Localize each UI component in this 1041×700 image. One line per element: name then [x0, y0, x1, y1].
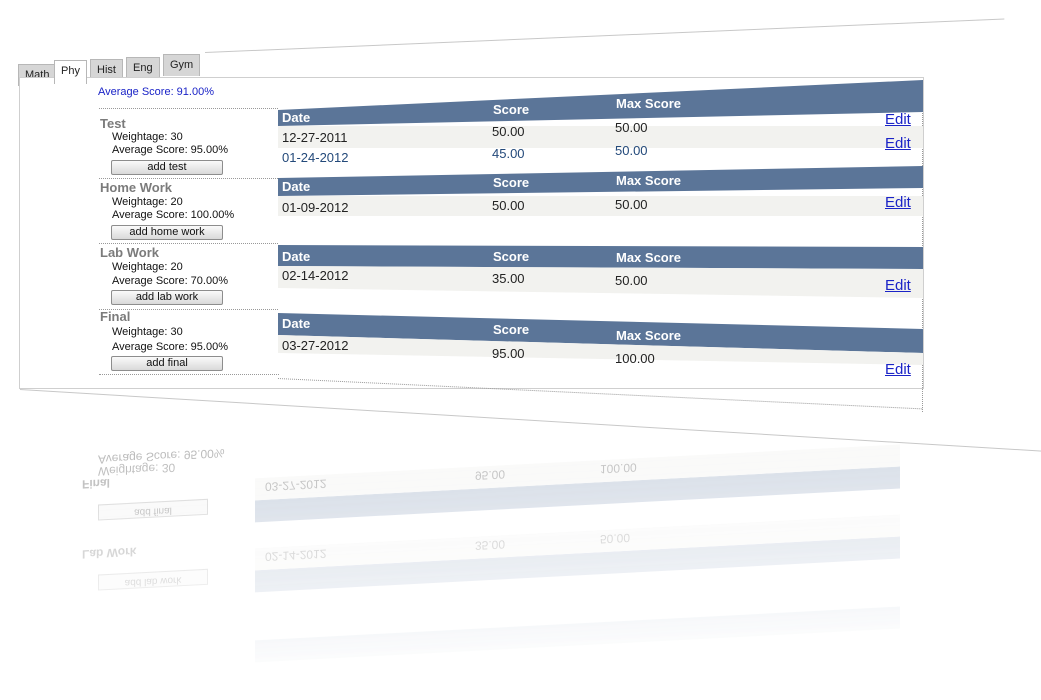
reflection-text: 35.00 [475, 537, 506, 553]
reflection-content: Final Weightage: 30 Average Score: 95.00… [60, 407, 920, 692]
section-average: Average Score: 100.00% [112, 209, 235, 221]
table-header: Date Score Max Score [278, 245, 923, 269]
section-lab-work: Lab Work Weightage: 20 Average Score: 70… [99, 243, 278, 310]
reflection-text: 50.00 [600, 530, 631, 547]
column-score: Score [493, 322, 530, 337]
cell-max-score: 50.00 [615, 197, 648, 212]
section-average: Average Score: 70.00% [112, 275, 228, 287]
page-edge-bottom [19, 389, 1041, 452]
section-title: Lab Work [100, 245, 159, 260]
reflection-text: 02-14-2012 [265, 546, 327, 564]
section-title: Final [100, 309, 131, 324]
section-title: Home Work [100, 180, 172, 195]
tab-gym[interactable]: Gym [163, 54, 201, 76]
cell-score: 50.00 [492, 124, 525, 139]
column-max-score: Max Score [616, 96, 682, 111]
reflection-text: Final [82, 475, 111, 492]
reflection-header-bar [255, 466, 900, 523]
edit-link[interactable]: Edit [885, 111, 911, 128]
cell-date: 12-27-2011 [282, 130, 348, 145]
section-average: Average Score: 95.00% [112, 341, 228, 353]
reflection-row [255, 444, 900, 501]
cell-max-score: 50.00 [615, 273, 648, 288]
column-score: Score [493, 249, 530, 264]
reflection-text: 95.00 [475, 467, 506, 483]
cell-score: 35.00 [492, 271, 525, 286]
add-home-work-button[interactable]: add home work [111, 225, 223, 240]
cell-max-score: 100.00 [615, 351, 655, 366]
column-date: Date [282, 249, 311, 264]
column-max-score: Max Score [616, 328, 682, 343]
column-date: Date [282, 316, 311, 331]
add-final-button[interactable]: add final [111, 356, 223, 371]
weightage: Weightage: 30 [112, 131, 183, 143]
section-title: Test [100, 116, 126, 131]
edit-link[interactable]: Edit [885, 277, 911, 294]
cell-score: 50.00 [492, 198, 525, 213]
reflection-row [255, 514, 900, 571]
column-score: Score [493, 102, 530, 117]
section-average: Average Score: 95.00% [112, 144, 228, 156]
overall-average-score: Average Score: 91.00% [98, 86, 214, 98]
table-row-bg [278, 196, 923, 216]
page-edge-top [205, 18, 1005, 53]
column-max-score: Max Score [616, 250, 682, 265]
column-max-score: Max Score [616, 173, 682, 188]
cell-date: 03-27-2012 [282, 338, 349, 353]
cell-date: 01-24-2012 [282, 150, 349, 165]
section-test: Test Weightage: 30 Average Score: 95.00%… [99, 108, 278, 179]
reflection-text: Lab Work [82, 544, 137, 562]
add-lab-work-button[interactable]: add lab work [111, 290, 223, 305]
reflection-button: add lab work [98, 568, 208, 591]
weightage: Weightage: 30 [112, 326, 183, 338]
column-date: Date [282, 179, 311, 194]
cell-date: 02-14-2012 [282, 268, 349, 283]
edit-link[interactable]: Edit [885, 361, 911, 378]
section-home-work: Home Work Weightage: 20 Average Score: 1… [99, 178, 278, 243]
reflection-text: 100.00 [600, 460, 637, 477]
reflection-text: Average Score: 95.00% [98, 445, 225, 467]
column-date: Date [282, 110, 311, 125]
edit-link[interactable]: Edit [885, 194, 911, 211]
tab-eng[interactable]: Eng [126, 57, 160, 79]
cell-max-score: 50.00 [615, 143, 648, 158]
reflection-button: add final [98, 498, 208, 521]
weightage: Weightage: 20 [112, 261, 183, 273]
weightage: Weightage: 20 [112, 196, 183, 208]
edit-link[interactable]: Edit [885, 135, 911, 152]
table-row-bg [278, 126, 923, 148]
cell-max-score: 50.00 [615, 120, 648, 135]
reflection-header-bar [255, 536, 900, 593]
section-final: Final Weightage: 30 Average Score: 95.00… [99, 309, 278, 376]
cell-score: 95.00 [492, 346, 525, 361]
cell-date: 01-09-2012 [282, 200, 349, 215]
tab-phy[interactable]: Phy [54, 60, 87, 84]
cell-score: 45.00 [492, 146, 525, 161]
add-test-button[interactable]: add test [111, 160, 223, 175]
reflection-header-bar [255, 606, 900, 663]
reflection-text: Weightage: 30 [98, 460, 176, 479]
reflection-text: 03-27-2012 [265, 476, 327, 494]
column-score: Score [493, 175, 530, 190]
